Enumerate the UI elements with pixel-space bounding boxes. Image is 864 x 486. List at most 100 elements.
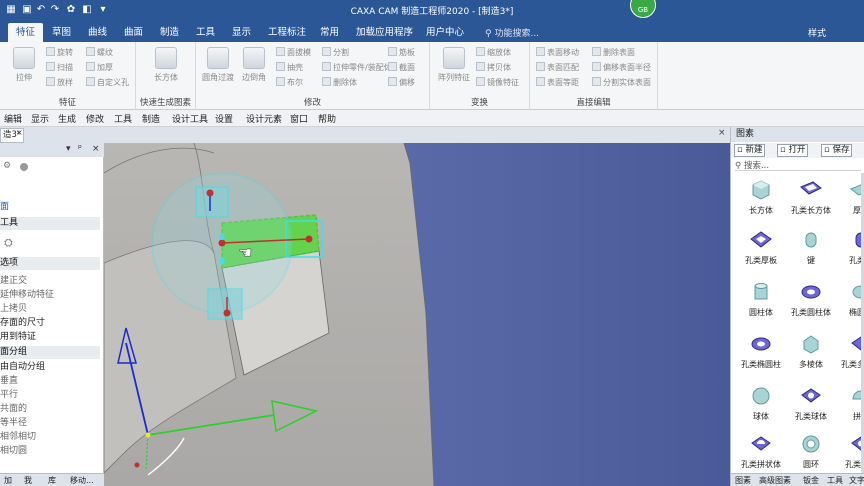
list-item[interactable]: 面 <box>0 201 100 214</box>
shape-item[interactable]: 拼球 <box>831 381 864 431</box>
offset-button[interactable]: 偏移 <box>388 76 415 89</box>
list-item[interactable]: 共面的 <box>0 403 100 416</box>
handle-point[interactable] <box>218 239 226 247</box>
bottom-tab[interactable]: 移动... <box>70 475 94 486</box>
tab-sketch[interactable]: 草图 <box>44 23 79 42</box>
boolean-button[interactable]: 布尔 <box>276 76 303 89</box>
loft-button[interactable]: 放样 <box>46 76 73 89</box>
list-item[interactable]: 相邻相切 <box>0 431 100 444</box>
tab-manufacture[interactable]: 制造 <box>152 23 187 42</box>
menu-design-elements[interactable]: 设计元素 <box>246 112 282 125</box>
menu-generate[interactable]: 生成 <box>58 112 76 125</box>
new-button[interactable]: ▫ 新建 <box>734 144 766 157</box>
filter-icon[interactable]: ⚙ <box>3 161 11 171</box>
menu-tools[interactable]: 工具 <box>114 112 132 125</box>
extrude-part-button[interactable]: 拉伸零件/装配体 <box>322 61 392 74</box>
menu-window[interactable]: 窗口 <box>290 112 308 125</box>
list-item[interactable]: 上拷贝 <box>0 303 100 316</box>
tab-feature[interactable]: 特征 <box>8 23 44 42</box>
handle-point[interactable] <box>206 189 214 197</box>
tab-annotation[interactable]: 工程标注 <box>260 23 314 42</box>
library-tab[interactable]: 工具 <box>827 475 843 486</box>
shell-button[interactable]: 抽壳 <box>276 61 303 74</box>
dot-icon[interactable] <box>20 163 28 171</box>
list-item[interactable]: 延伸移动特征 <box>0 289 100 302</box>
menu-display[interactable]: 显示 <box>31 112 49 125</box>
function-search[interactable]: ⚲ 功能搜索... <box>485 26 539 39</box>
shape-item[interactable]: 孔类多棱体 <box>831 329 864 379</box>
shape-item[interactable]: 孔类圆环 <box>831 429 864 479</box>
pattern-button[interactable]: 阵列特征 <box>434 47 474 83</box>
list-item[interactable]: 平行 <box>0 389 100 402</box>
tab-user-center[interactable]: 用户中心 <box>418 23 472 42</box>
tool-icon[interactable]: ⛭ <box>4 236 13 250</box>
list-item[interactable]: 由自动分组 <box>0 361 100 374</box>
close-icon[interactable]: × <box>92 144 100 154</box>
library-tab[interactable]: 高级图素 <box>759 475 791 486</box>
shape-item[interactable]: 椭圆柱 <box>831 277 864 327</box>
menu-edit[interactable]: 编辑 <box>4 112 22 125</box>
save-button[interactable]: ▫ 保存 <box>821 144 853 157</box>
list-item[interactable]: 垂直 <box>0 375 100 388</box>
handle-point[interactable] <box>219 234 225 240</box>
move-face-button[interactable]: 表面移动 <box>536 46 579 59</box>
library-tab[interactable]: 文字 <box>849 475 864 486</box>
box-button[interactable]: 长方体 <box>146 47 186 83</box>
tab-tools[interactable]: 工具 <box>188 23 223 42</box>
3d-viewport[interactable]: ☚ <box>104 143 730 486</box>
list-item[interactable]: 存面的尺寸 <box>0 317 100 330</box>
scale-body-button[interactable]: 缩放体 <box>476 46 511 59</box>
section-button[interactable]: 截面 <box>388 61 415 74</box>
list-item[interactable]: 工具 <box>0 217 100 230</box>
draft-button[interactable]: 面拔模 <box>276 46 311 59</box>
tab-surface[interactable]: 曲面 <box>116 23 151 42</box>
shape-item[interactable]: 孔类键 <box>831 225 864 275</box>
rib-button[interactable]: 筋板 <box>388 46 415 59</box>
library-tab[interactable]: 图素 <box>735 475 751 486</box>
menu-settings[interactable]: 设置 <box>215 112 233 125</box>
thicken-button[interactable]: 加厚 <box>86 61 113 74</box>
menu-modify[interactable]: 修改 <box>86 112 104 125</box>
handle-point[interactable] <box>305 235 313 243</box>
tab-addins[interactable]: 加载应用程序 <box>348 23 421 42</box>
bottom-tab[interactable]: 我 <box>24 475 32 486</box>
sweep-button[interactable]: 扫描 <box>46 61 73 74</box>
delete-body-button[interactable]: 删除体 <box>322 76 357 89</box>
list-item[interactable]: 相切圆 <box>0 445 100 458</box>
menu-help[interactable]: 帮助 <box>318 112 336 125</box>
face-offset-button[interactable]: 表面等距 <box>536 76 579 89</box>
handle-point[interactable] <box>223 309 231 317</box>
shape-item[interactable]: 厚板 <box>831 175 864 225</box>
revolve-button[interactable]: 旋转 <box>46 46 73 59</box>
style-menu[interactable]: 样式 <box>808 26 826 39</box>
list-item[interactable]: 面分组 <box>0 346 100 359</box>
list-item[interactable]: 选项 <box>0 257 100 270</box>
viewport-canvas[interactable]: ☚ <box>104 143 730 486</box>
handle-point[interactable] <box>219 258 225 264</box>
list-item[interactable]: 建正交 <box>0 275 100 288</box>
match-face-button[interactable]: 表面匹配 <box>536 61 579 74</box>
delete-face-button[interactable]: 删除表面 <box>592 46 635 59</box>
library-search[interactable]: ⚲ 搜索... <box>735 159 861 171</box>
open-button[interactable]: ▫ 打开 <box>777 144 809 157</box>
split-button[interactable]: 分割 <box>322 46 349 59</box>
bottom-tab[interactable]: 库 <box>48 475 56 486</box>
split-face-button[interactable]: 分割实体表面 <box>592 76 651 89</box>
copy-body-button[interactable]: 拷贝体 <box>476 61 511 74</box>
extrude-button[interactable]: 拉伸 <box>4 47 44 83</box>
menu-design-tools[interactable]: 设计工具 <box>172 112 208 125</box>
chamfer-button[interactable]: 边倒角 <box>234 47 274 83</box>
tab-common[interactable]: 常用 <box>312 23 347 42</box>
dropdown-icon[interactable]: ▾ <box>66 144 71 154</box>
list-item[interactable]: 等半径 <box>0 417 100 430</box>
library-tab[interactable]: 钣金 <box>803 475 819 486</box>
pin-icon[interactable]: ᵖ <box>78 144 82 154</box>
custom-hole-button[interactable]: 自定义孔 <box>86 76 129 89</box>
mirror-feature-button[interactable]: 镜像特征 <box>476 76 519 89</box>
tab-display[interactable]: 显示 <box>224 23 259 42</box>
tab-curve[interactable]: 曲线 <box>80 23 115 42</box>
close-icon[interactable]: × <box>16 128 23 137</box>
menu-manufacture[interactable]: 制造 <box>142 112 160 125</box>
bottom-tab[interactable]: 加 <box>4 475 12 486</box>
fillet-button[interactable]: 圆角过渡 <box>198 47 238 83</box>
